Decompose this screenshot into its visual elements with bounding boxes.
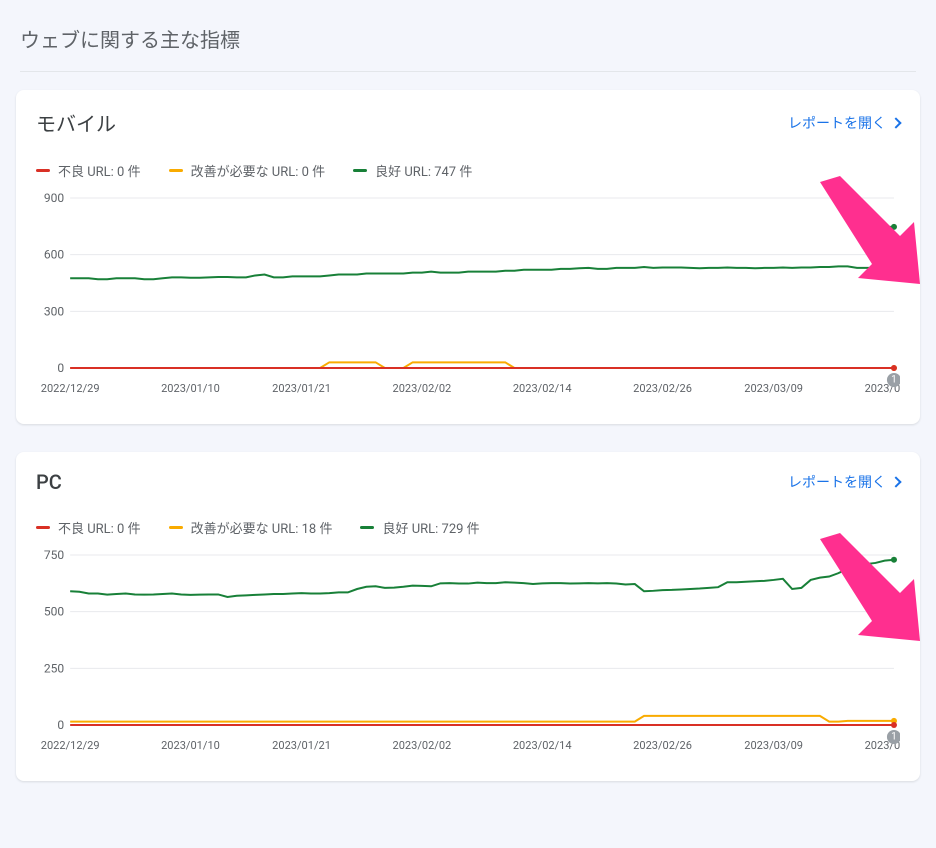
svg-text:900: 900 xyxy=(44,192,65,205)
open-report-link-pc[interactable]: レポートを開く xyxy=(788,472,900,492)
svg-text:0: 0 xyxy=(57,718,64,732)
swatch-need-icon xyxy=(169,169,183,172)
chart-wrap-pc: 0 250 500 750 2022/12/29 2023/01/10 2023/01/21… xyxy=(16,541,920,781)
swatch-good-icon xyxy=(353,169,367,172)
chart-pc: 0 250 500 750 2022/12/29 2023/01/10 2023/01/21… xyxy=(36,549,900,759)
legend-pc: 不良 URL: 0 件 改善が必要な URL: 18 件 良好 URL: 729… xyxy=(16,500,920,541)
legend-bad[interactable]: 不良 URL: 0 件 xyxy=(36,161,141,180)
open-report-link-mobile[interactable]: レポートを開く xyxy=(788,113,900,133)
legend-bad[interactable]: 不良 URL: 0 件 xyxy=(36,518,141,537)
svg-text:2023/03/09: 2023/03/09 xyxy=(744,739,803,752)
svg-text:2022/12/29: 2022/12/29 xyxy=(41,382,100,395)
chevron-right-icon xyxy=(890,117,901,128)
chart-mobile: 0 300 600 900 2022/12/29 2023/01/10 2023/01/21… xyxy=(36,192,900,402)
svg-text:500: 500 xyxy=(44,605,65,619)
swatch-good-icon xyxy=(360,526,374,529)
swatch-bad-icon xyxy=(36,526,50,529)
card-title-mobile: モバイル xyxy=(36,108,116,137)
legend-good[interactable]: 良好 URL: 729 件 xyxy=(360,518,479,537)
legend-good-text: 良好 URL: 747 件 xyxy=(375,161,472,180)
svg-text:2023/02/02: 2023/02/02 xyxy=(393,739,452,752)
svg-text:0: 0 xyxy=(57,361,64,375)
svg-text:2023/01/21: 2023/01/21 xyxy=(272,382,331,395)
page-title: ウェブに関する主な指標 xyxy=(20,24,916,72)
card-title-pc: PC xyxy=(36,470,62,494)
svg-text:2023/01/21: 2023/01/21 xyxy=(272,739,331,752)
card-header: モバイル レポートを開く xyxy=(16,90,920,143)
open-report-label: レポートを開く xyxy=(788,472,886,492)
legend-need-text: 改善が必要な URL: 0 件 xyxy=(191,161,326,180)
svg-text:2023/01/10: 2023/01/10 xyxy=(161,739,220,752)
legend-bad-text: 不良 URL: 0 件 xyxy=(58,518,141,537)
card-mobile: モバイル レポートを開く 不良 URL: 0 件 改善が必要な URL: 0 件… xyxy=(16,90,920,424)
legend-mobile: 不良 URL: 0 件 改善が必要な URL: 0 件 良好 URL: 747 … xyxy=(16,143,920,184)
legend-good[interactable]: 良好 URL: 747 件 xyxy=(353,161,472,180)
svg-text:2023/02/14: 2023/02/14 xyxy=(513,739,572,752)
svg-text:1: 1 xyxy=(891,732,897,743)
legend-bad-text: 不良 URL: 0 件 xyxy=(58,161,141,180)
legend-good-text: 良好 URL: 729 件 xyxy=(382,518,479,537)
legend-need-text: 改善が必要な URL: 18 件 xyxy=(191,518,333,537)
svg-text:300: 300 xyxy=(44,304,65,318)
svg-text:2023/03/09: 2023/03/09 xyxy=(744,382,803,395)
svg-text:1: 1 xyxy=(891,375,897,386)
swatch-bad-icon xyxy=(36,169,50,172)
svg-text:600: 600 xyxy=(44,248,65,262)
svg-text:2023/02/14: 2023/02/14 xyxy=(513,382,572,395)
svg-text:2023/02/02: 2023/02/02 xyxy=(393,382,452,395)
card-header: PC レポートを開く xyxy=(16,452,920,500)
card-pc: PC レポートを開く 不良 URL: 0 件 改善が必要な URL: 18 件 … xyxy=(16,452,920,781)
chevron-right-icon xyxy=(890,476,901,487)
svg-text:750: 750 xyxy=(44,549,65,562)
svg-text:2023/02/26: 2023/02/26 xyxy=(633,382,692,395)
svg-text:2023/02/26: 2023/02/26 xyxy=(633,739,692,752)
svg-text:2022/12/29: 2022/12/29 xyxy=(41,739,100,752)
chart-wrap-mobile: 0 300 600 900 2022/12/29 2023/01/10 2023/01/21… xyxy=(16,184,920,424)
svg-text:2023/01/10: 2023/01/10 xyxy=(161,382,220,395)
open-report-label: レポートを開く xyxy=(788,113,886,133)
legend-need[interactable]: 改善が必要な URL: 0 件 xyxy=(169,161,326,180)
swatch-need-icon xyxy=(169,526,183,529)
legend-need[interactable]: 改善が必要な URL: 18 件 xyxy=(169,518,333,537)
svg-text:250: 250 xyxy=(44,661,65,675)
